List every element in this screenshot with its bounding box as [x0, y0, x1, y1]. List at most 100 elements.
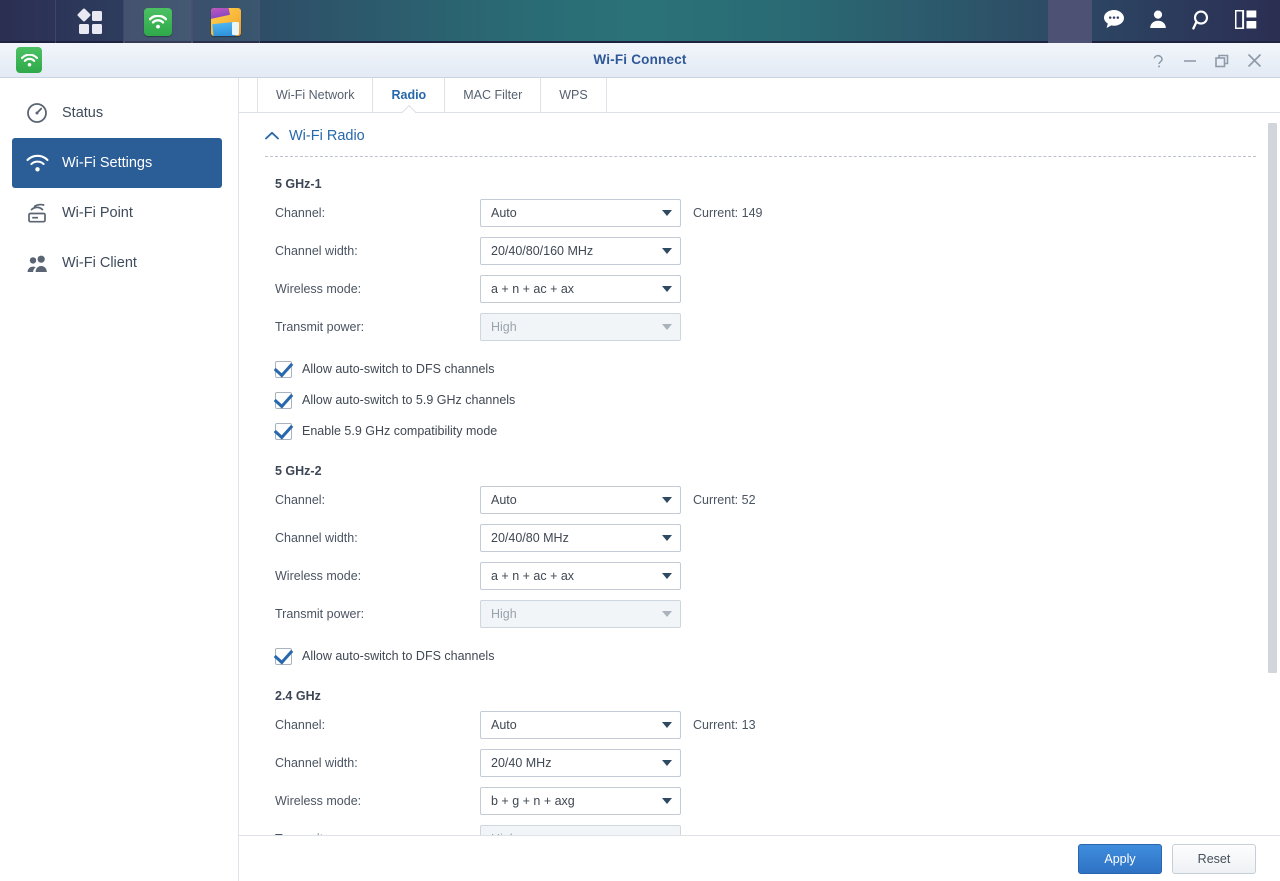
chevron-up-icon[interactable] — [265, 131, 279, 141]
select-value: b + g + n + axg — [491, 794, 575, 808]
checkbox-allow-dfs[interactable] — [275, 360, 292, 378]
tab-wifi-network[interactable]: Wi-Fi Network — [257, 78, 374, 112]
select-value: Auto — [491, 206, 517, 220]
checkbox-allow-59ghz[interactable] — [275, 391, 292, 409]
chevron-down-icon — [662, 573, 672, 579]
field-row-transmit-power: Transmit power: High — [265, 598, 1256, 630]
checkbox-row-59ghz-compat[interactable]: Enable 5.9 GHz compatibility mode — [265, 418, 1256, 444]
taskbar-tray — [1048, 0, 1280, 43]
panels-icon — [1234, 9, 1257, 34]
tab-radio[interactable]: Radio — [373, 78, 446, 112]
tab-mac-filter[interactable]: MAC Filter — [445, 78, 542, 112]
main-menu-button[interactable] — [56, 0, 124, 43]
field-row-channel: Channel: Auto Current: 13 — [265, 709, 1256, 741]
transmit-power-select: High — [480, 313, 681, 341]
tab-strip-filler — [607, 78, 1280, 112]
vertical-scrollbar[interactable] — [1268, 115, 1277, 833]
action-bar: Apply Reset — [239, 835, 1280, 881]
tab-label: WPS — [559, 88, 588, 102]
band-title-5ghz-2: 5 GHz-2 — [275, 464, 322, 478]
band-title-24ghz: 2.4 GHz — [275, 689, 321, 703]
field-label: Channel: — [275, 206, 326, 220]
channel-select[interactable]: Auto — [480, 711, 681, 739]
select-value: High — [491, 320, 517, 334]
notifications-button[interactable] — [1092, 0, 1136, 43]
channel-width-select[interactable]: 20/40/80 MHz — [480, 524, 681, 552]
widgets-button[interactable] — [1224, 0, 1268, 43]
section-title: Wi-Fi Radio — [289, 128, 365, 144]
checkbox-row-dfs-5g2[interactable]: Allow auto-switch to DFS channels — [265, 643, 1256, 669]
tab-label: MAC Filter — [463, 88, 523, 102]
help-button[interactable] — [1142, 43, 1174, 78]
current-channel-hint: Current: 13 — [693, 718, 756, 732]
grid-icon — [76, 7, 103, 35]
checkbox-enable-59ghz-compat[interactable] — [275, 422, 292, 440]
channel-select[interactable]: Auto — [480, 486, 681, 514]
window-titlebar[interactable]: Wi-Fi Connect — [0, 43, 1280, 78]
tab-wps[interactable]: WPS — [541, 78, 607, 112]
field-label: Channel: — [275, 493, 326, 507]
field-label: Channel: — [275, 718, 326, 732]
chevron-down-icon — [662, 210, 672, 216]
wifi-connect-window: Wi-Fi Connect Status Wi-Fi Settings Wi-F… — [0, 43, 1280, 881]
tab-label: Radio — [391, 88, 427, 102]
chevron-down-icon — [662, 760, 672, 766]
checkbox-allow-dfs[interactable] — [275, 647, 292, 665]
section-header-wifi-radio[interactable]: Wi-Fi Radio — [265, 119, 1256, 153]
tray-divider — [1048, 0, 1092, 43]
field-row-wireless-mode: Wireless mode: b + g + n + axg — [265, 785, 1256, 817]
current-channel-hint: Current: 52 — [693, 493, 756, 507]
select-value: a + n + ac + ax — [491, 282, 575, 296]
user-account-button[interactable] — [1136, 0, 1180, 43]
wireless-mode-select[interactable]: a + n + ac + ax — [480, 275, 681, 303]
section-divider — [265, 156, 1256, 157]
sidebar-item-wifi-settings[interactable]: Wi-Fi Settings — [12, 138, 222, 188]
field-label: Channel width: — [275, 531, 358, 545]
apply-button[interactable]: Apply — [1078, 843, 1162, 874]
settings-scroll-area: Wi-Fi Radio 5 GHz-1 Channel: Auto Curren… — [239, 113, 1280, 835]
sidebar-item-wifi-point[interactable]: Wi-Fi Point — [12, 188, 222, 238]
select-value: a + n + ac + ax — [491, 569, 575, 583]
field-label: Wireless mode: — [275, 569, 362, 583]
scrollbar-thumb[interactable] — [1268, 123, 1277, 673]
field-row-wireless-mode: Wireless mode: a + n + ac + ax — [265, 560, 1256, 592]
field-row-transmit-power: Transmit power: High — [265, 311, 1256, 343]
close-button[interactable] — [1238, 43, 1270, 78]
sidebar: Status Wi-Fi Settings Wi-Fi Point Wi-Fi … — [0, 78, 239, 881]
checkbox-row-59ghz-5g1[interactable]: Allow auto-switch to 5.9 GHz channels — [265, 387, 1256, 413]
chevron-down-icon — [662, 798, 672, 804]
band-title-5ghz-1: 5 GHz-1 — [275, 177, 322, 191]
sidebar-item-label: Status — [62, 105, 104, 121]
wireless-mode-select[interactable]: b + g + n + axg — [480, 787, 681, 815]
minimize-button[interactable] — [1174, 43, 1206, 78]
maximize-button[interactable] — [1206, 43, 1238, 78]
taskbar-app-package-center[interactable] — [192, 0, 260, 43]
channel-width-select[interactable]: 20/40/80/160 MHz — [480, 237, 681, 265]
select-value: High — [491, 607, 517, 621]
taskbar-app-wifi-connect[interactable] — [124, 0, 192, 43]
channel-select[interactable]: Auto — [480, 199, 681, 227]
search-button[interactable] — [1180, 0, 1224, 43]
sidebar-item-label: Wi-Fi Point — [62, 205, 133, 221]
sidebar-item-label: Wi-Fi Settings — [62, 155, 153, 171]
person-icon — [1148, 9, 1168, 34]
sidebar-item-status[interactable]: Status — [12, 88, 222, 138]
chevron-down-icon — [662, 611, 672, 617]
field-label: Wireless mode: — [275, 282, 362, 296]
field-label: Channel width: — [275, 756, 358, 770]
checkbox-label: Enable 5.9 GHz compatibility mode — [302, 424, 498, 438]
wireless-mode-select[interactable]: a + n + ac + ax — [480, 562, 681, 590]
sidebar-item-wifi-client[interactable]: Wi-Fi Client — [12, 238, 222, 288]
select-value: Auto — [491, 718, 517, 732]
channel-width-select[interactable]: 20/40 MHz — [480, 749, 681, 777]
select-value: 20/40/80 MHz — [491, 531, 569, 545]
reset-button[interactable]: Reset — [1172, 843, 1256, 874]
field-row-channel-width: Channel width: 20/40/80 MHz — [265, 522, 1256, 554]
router-icon — [24, 200, 50, 226]
select-value: Auto — [491, 493, 517, 507]
field-label: Transmit power: — [275, 832, 480, 835]
transmit-power-select: High — [480, 600, 681, 628]
field-row-wireless-mode: Wireless mode: a + n + ac + ax — [265, 273, 1256, 305]
checkbox-row-dfs-5g1[interactable]: Allow auto-switch to DFS channels — [265, 356, 1256, 382]
content-area: Wi-Fi Network Radio MAC Filter WPS Wi-Fi… — [239, 78, 1280, 881]
